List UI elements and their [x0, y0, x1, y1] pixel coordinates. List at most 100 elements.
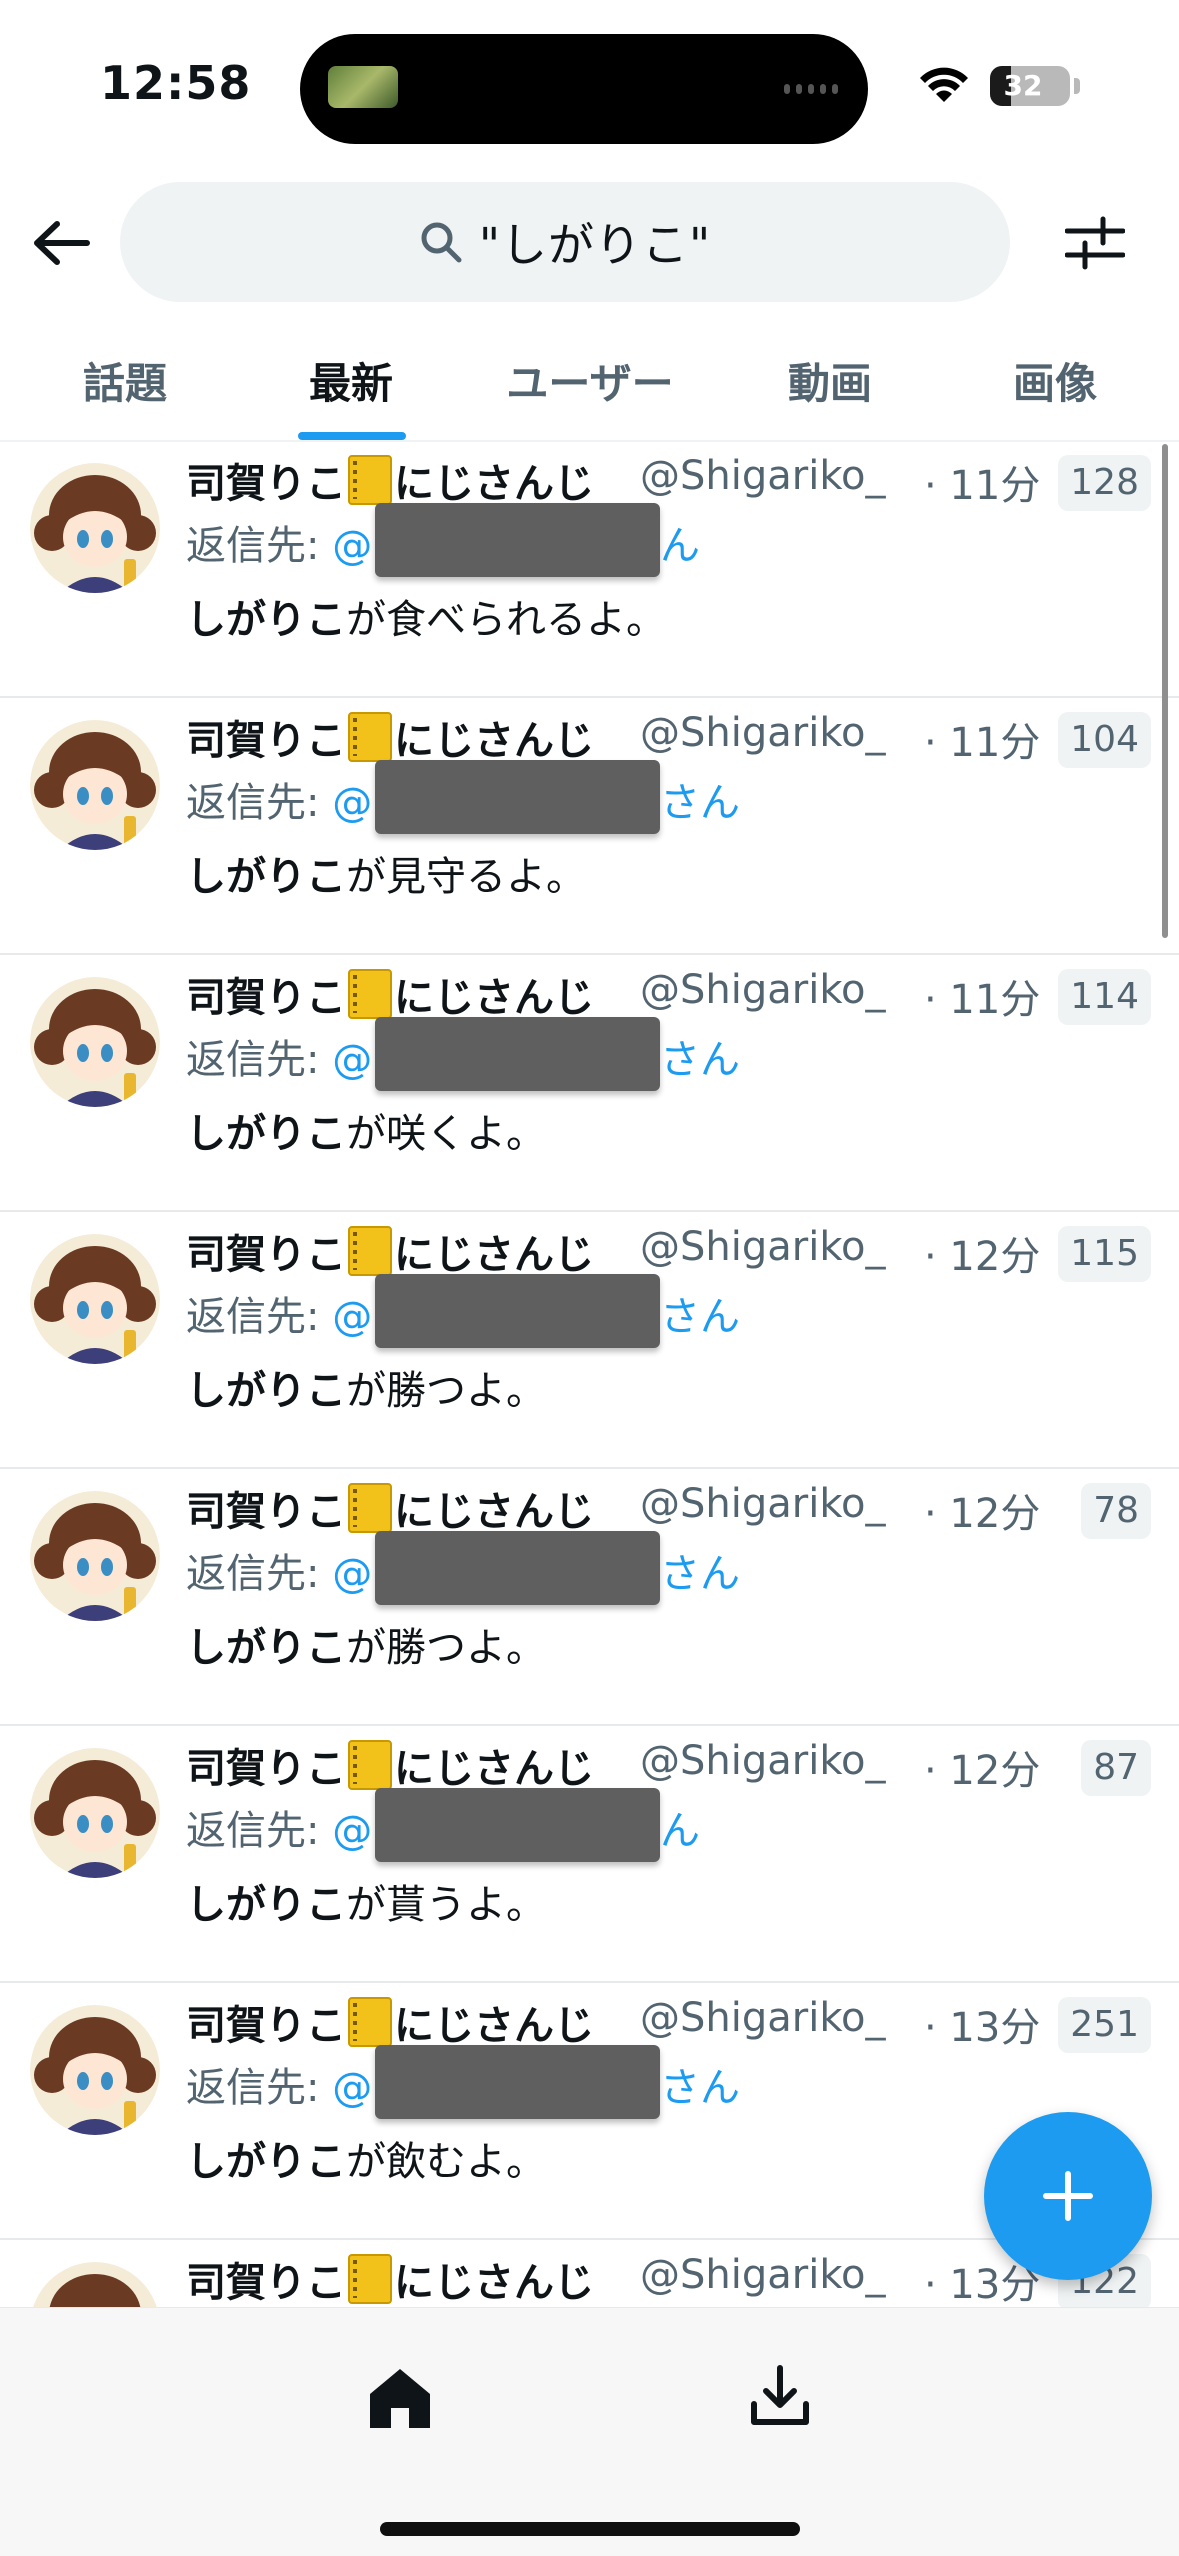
tweet-text-rest: が勝つよ。	[346, 1625, 546, 1671]
avatar[interactable]	[30, 1234, 160, 1364]
reply-label: 返信先:	[186, 523, 333, 569]
reply-mention-suffix[interactable]: さん	[660, 2055, 740, 2113]
audio-waveform-icon	[784, 84, 838, 94]
tweet-feed[interactable]: 司賀りこ にじさんじ @Shigariko_ · 11分 128 返信先: @ んしがりこが…	[0, 441, 1179, 2307]
redaction-box	[375, 503, 660, 577]
display-name-part: にじさんじ	[394, 718, 594, 764]
display-name[interactable]: 司賀りこ にじさんじ	[186, 1222, 594, 1280]
avatar[interactable]	[30, 720, 160, 850]
tweet-time: · 12分	[924, 1748, 1041, 1794]
display-name[interactable]: 司賀りこ にじさんじ	[186, 1993, 594, 2051]
avatar-image	[30, 1748, 160, 1878]
tweet-text: しがりこが勝つよ。	[186, 1358, 546, 1416]
user-handle[interactable]: @Shigariko_	[640, 967, 886, 1013]
reply-mention[interactable]: @	[332, 2065, 372, 2111]
avatar[interactable]	[30, 1491, 160, 1621]
status-time: 12:58	[100, 56, 252, 110]
display-name[interactable]: 司賀りこ にじさんじ	[186, 2250, 594, 2307]
reply-label: 返信先:	[186, 1808, 333, 1854]
reply-mention[interactable]: @	[332, 523, 372, 569]
tweet-row[interactable]: 司賀りこ にじさんじ @Shigariko_ · 12分 78 返信先: @ さん しがりこが…	[0, 1469, 1179, 1726]
avatar[interactable]	[30, 1748, 160, 1878]
display-name-part: 司賀りこ	[186, 2003, 346, 2049]
user-handle[interactable]: @Shigariko_	[640, 1738, 886, 1784]
display-name[interactable]: 司賀りこ にじさんじ	[186, 451, 594, 509]
display-name-part: 司賀りこ	[186, 461, 346, 507]
tab-users[interactable]: ユーザー	[490, 320, 690, 440]
tab-videos[interactable]: 動画	[735, 320, 925, 440]
avatar[interactable]	[30, 977, 160, 1107]
reply-mention[interactable]: @	[332, 1294, 372, 1340]
display-name-part: にじさんじ	[394, 1746, 594, 1792]
tweet-text: しがりこが貰うよ。	[186, 1872, 546, 1930]
search-input[interactable]: "しがりこ"	[120, 182, 1010, 302]
tweet-row[interactable]: 司賀りこ にじさんじ @Shigariko_ · 11分 104 返信先: @ さん しがりこ…	[0, 698, 1179, 955]
reply-to: 返信先: @	[186, 1541, 372, 1599]
search-highlight: しがりこ	[186, 854, 346, 900]
tweet-time: · 11分	[924, 720, 1041, 766]
tweet-row[interactable]: 司賀りこ にじさんじ @Shigariko_ · 11分 128 返信先: @ んしがりこが…	[0, 441, 1179, 698]
avatar[interactable]	[30, 2005, 160, 2135]
tweet-row[interactable]: 司賀りこ にじさんじ @Shigariko_ · 11分 114 返信先: @ さん しがりこ…	[0, 955, 1179, 1212]
display-name-part: にじさんじ	[394, 2260, 594, 2306]
home-button[interactable]	[360, 2358, 440, 2438]
user-handle[interactable]: @Shigariko_	[640, 1995, 886, 2041]
avatar[interactable]	[30, 2262, 160, 2307]
scrollbar[interactable]	[1162, 444, 1168, 938]
display-name[interactable]: 司賀りこ にじさんじ	[186, 1736, 594, 1794]
display-name[interactable]: 司賀りこ にじさんじ	[186, 1479, 594, 1537]
user-handle[interactable]: @Shigariko_	[640, 1481, 886, 1527]
display-name[interactable]: 司賀りこ にじさんじ	[186, 965, 594, 1023]
reply-mention[interactable]: @	[332, 1037, 372, 1083]
tweet-time: · 11分	[924, 463, 1041, 509]
reply-mention[interactable]: @	[332, 780, 372, 826]
home-indicator	[380, 2522, 800, 2536]
reply-label: 返信先:	[186, 1037, 333, 1083]
reply-mention-suffix[interactable]: さん	[660, 1284, 740, 1342]
reply-mention-suffix[interactable]: さん	[660, 1027, 740, 1085]
search-highlight: しがりこ	[186, 1368, 346, 1414]
tweet-row[interactable]: 司賀りこ にじさんじ @Shigariko_ · 12分 115 返信先: @ さん しがりこ…	[0, 1212, 1179, 1469]
avatar[interactable]	[30, 463, 160, 593]
search-highlight: しがりこ	[186, 1625, 346, 1671]
filter-button[interactable]	[1058, 206, 1132, 280]
tweet-text-rest: が貰うよ。	[346, 1882, 546, 1928]
redaction-box	[375, 1017, 660, 1091]
notebook-icon	[348, 455, 392, 505]
notebook-icon	[348, 1483, 392, 1533]
reply-mention-suffix[interactable]: ん	[660, 513, 700, 571]
dynamic-island[interactable]	[300, 34, 868, 144]
user-handle[interactable]: @Shigariko_	[640, 710, 886, 756]
reply-mention-suffix[interactable]: ん	[660, 1798, 700, 1856]
reply-mention[interactable]: @	[332, 1551, 372, 1597]
reply-mention-suffix[interactable]: さん	[660, 1541, 740, 1599]
plus-icon	[1043, 2171, 1093, 2221]
tab-latest[interactable]: 最新	[256, 320, 446, 440]
user-handle[interactable]: @Shigariko_	[640, 2252, 886, 2298]
home-icon	[370, 2369, 430, 2428]
redaction-box	[375, 1788, 660, 1862]
tab-images[interactable]: 画像	[960, 320, 1150, 440]
back-button[interactable]	[28, 210, 94, 276]
display-name-part: 司賀りこ	[186, 1489, 346, 1535]
reply-mention[interactable]: @	[332, 1808, 372, 1854]
user-handle[interactable]: @Shigariko_	[640, 1224, 886, 1270]
redaction-box	[375, 760, 660, 834]
avatar-image	[30, 1234, 160, 1364]
tweet-row[interactable]: 司賀りこ にじさんじ @Shigariko_ · 12分 87 返信先: @ んしがりこが貰…	[0, 1726, 1179, 1983]
tab-trending[interactable]: 話題	[30, 320, 220, 440]
tweet-time: · 12分	[924, 1491, 1041, 1537]
reply-mention-suffix[interactable]: さん	[660, 770, 740, 828]
tweet-row[interactable]: 司賀りこ にじさんじ @Shigariko_ · 13分 122	[0, 2240, 1179, 2307]
sliders-icon	[1065, 216, 1125, 270]
compose-button[interactable]	[984, 2112, 1152, 2280]
tweet-time: · 13分	[924, 2005, 1041, 2051]
user-handle[interactable]: @Shigariko_	[640, 453, 886, 499]
battery-level: 32	[1003, 69, 1043, 102]
reply-to: 返信先: @	[186, 513, 372, 571]
download-icon	[751, 2365, 809, 2425]
search-icon	[421, 222, 462, 263]
download-button[interactable]	[740, 2356, 820, 2436]
display-name-part: にじさんじ	[394, 1489, 594, 1535]
display-name[interactable]: 司賀りこ にじさんじ	[186, 708, 594, 766]
